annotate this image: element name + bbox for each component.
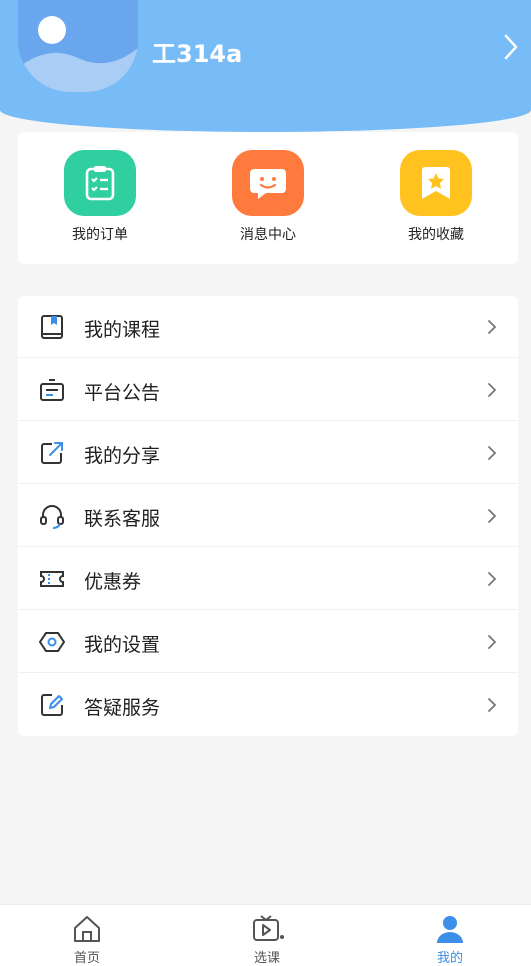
menu-item-announcements[interactable]: 平台公告 — [18, 359, 518, 421]
menu-item-coupons[interactable]: 优惠券 — [18, 548, 518, 610]
chevron-right-icon — [488, 509, 497, 523]
tab-mine[interactable]: 我的 — [405, 913, 495, 966]
menu-item-label: 我的课程 — [84, 319, 161, 341]
chevron-right-icon[interactable] — [500, 32, 522, 62]
share-icon — [41, 442, 63, 464]
bottom-tab-bar: 首页 选课 我的 — [0, 904, 531, 966]
quick-action-label: 消息中心 — [240, 227, 296, 243]
book-icon — [41, 315, 63, 339]
chevron-right-icon — [488, 698, 497, 712]
quick-action-orders[interactable]: 我的订单 — [45, 150, 155, 250]
settings-hexagon-icon — [38, 632, 66, 652]
menu-item-my-courses[interactable]: 我的课程 — [18, 296, 518, 358]
coupon-icon — [40, 571, 64, 587]
chevron-right-icon — [488, 446, 497, 460]
edit-icon — [41, 694, 63, 716]
menu-item-label: 平台公告 — [84, 382, 161, 404]
menu-item-label: 我的分享 — [84, 445, 161, 467]
chevron-right-icon — [488, 635, 497, 649]
menu-item-label: 优惠券 — [84, 571, 142, 593]
bookmark-star-icon — [400, 150, 472, 216]
quick-action-label: 我的订单 — [72, 227, 128, 243]
chevron-right-icon — [488, 572, 497, 586]
menu-item-settings[interactable]: 我的设置 — [18, 611, 518, 673]
quick-action-label: 我的收藏 — [408, 227, 464, 243]
menu-item-my-shares[interactable]: 我的分享 — [18, 422, 518, 484]
quick-action-favorites[interactable]: 我的收藏 — [381, 150, 491, 250]
tab-home[interactable]: 首页 — [42, 913, 132, 966]
tv-play-icon — [253, 915, 284, 941]
notice-board-icon — [40, 379, 64, 401]
tab-label: 首页 — [73, 951, 100, 966]
home-icon — [74, 916, 100, 942]
tab-courses[interactable]: 选课 — [222, 913, 312, 966]
avatar[interactable] — [18, 0, 138, 92]
username: 工314a — [152, 40, 243, 68]
menu-item-customer-service[interactable]: 联系客服 — [18, 485, 518, 547]
headset-icon — [40, 505, 64, 529]
tab-label: 选课 — [253, 951, 280, 966]
quick-action-messages[interactable]: 消息中心 — [213, 150, 323, 250]
user-icon — [437, 916, 463, 943]
menu-item-label: 联系客服 — [84, 508, 161, 530]
profile-header[interactable]: 工314a — [0, 0, 531, 132]
menu-item-label: 答疑服务 — [84, 697, 161, 719]
tab-label: 我的 — [436, 951, 463, 966]
chevron-right-icon — [488, 320, 497, 334]
clipboard-list-icon — [64, 150, 136, 216]
chevron-right-icon — [488, 383, 497, 397]
quick-actions-card: 我的订单 消息中心 我的收藏 — [18, 132, 518, 264]
chat-bubble-icon — [232, 150, 304, 216]
avatar-placeholder-icon — [18, 0, 138, 92]
menu-list: 我的课程 平台公告 我的分享 联系客服 优惠券 我的设置 答疑服务 — [18, 296, 518, 736]
menu-item-label: 我的设置 — [84, 634, 161, 656]
menu-item-qa-service[interactable]: 答疑服务 — [18, 674, 518, 736]
